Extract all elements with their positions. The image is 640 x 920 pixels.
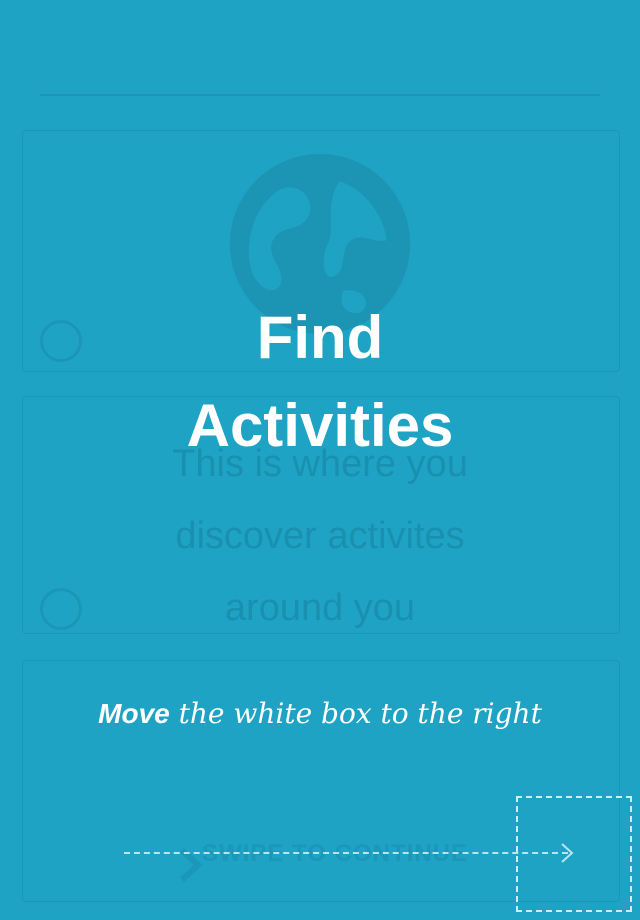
drag-target-box[interactable]: [516, 796, 632, 912]
tutorial-description-line-1: This is where you: [172, 443, 468, 485]
tutorial-title-line-1: Find: [256, 304, 384, 371]
instruction-emphasis: Move: [98, 698, 170, 729]
instruction-text: Move the white box to the right: [0, 694, 640, 734]
tutorial-description-line-3: around you: [224, 587, 416, 629]
swipe-to-continue-label: SWIPE TO CONTINUE: [202, 840, 468, 867]
top-bar: [40, 68, 600, 96]
instruction-rest: the white box to the right: [169, 697, 542, 730]
tutorial-description-line-2: discover activites: [175, 515, 465, 557]
swipe-track: [124, 852, 568, 854]
